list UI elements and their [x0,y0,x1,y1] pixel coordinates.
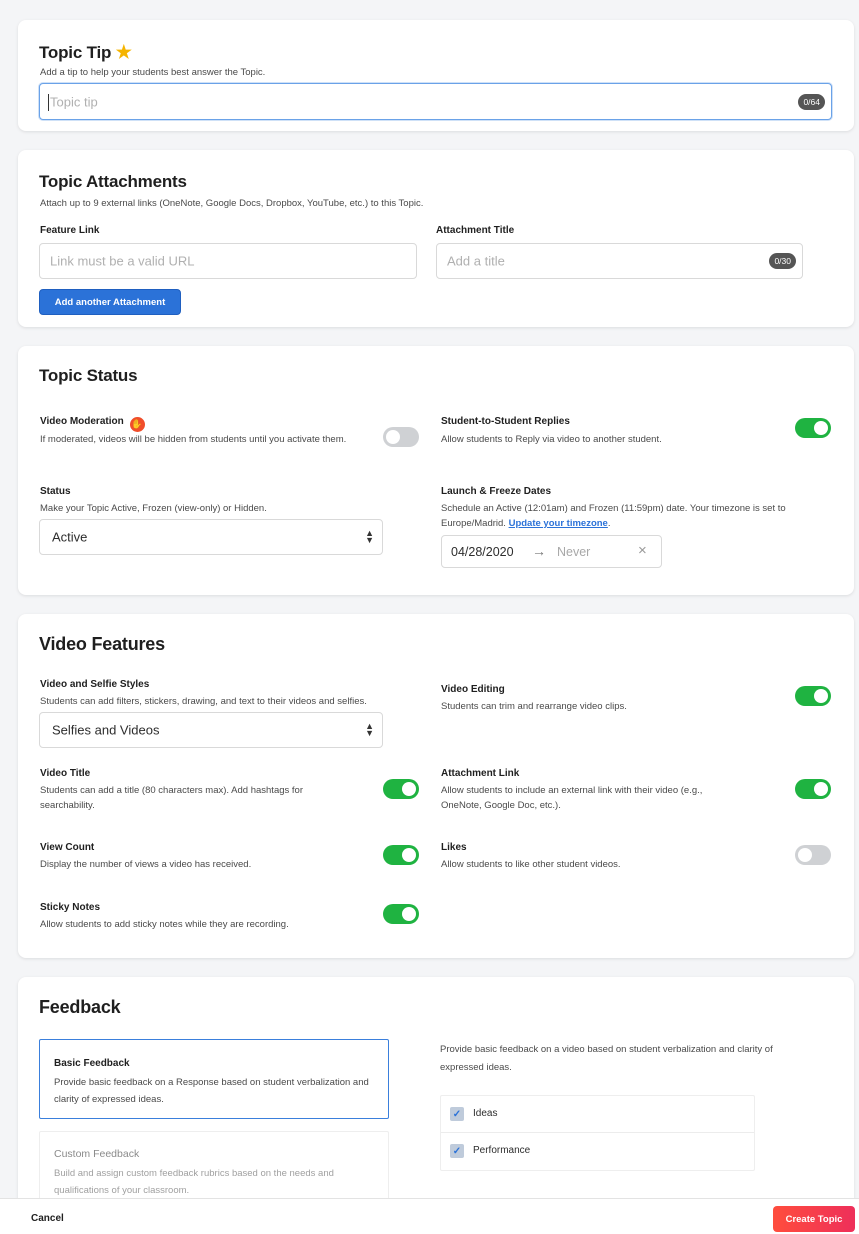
editing-toggle[interactable] [795,686,831,706]
styles-label: Video and Selfie Styles [40,679,150,690]
attachment-link-label: Attachment Link [441,768,520,779]
video-title-toggle[interactable] [383,779,419,799]
ideas-label: Ideas [473,1108,498,1119]
attachment-link-desc: Allow students to include an external li… [441,785,703,811]
view-count-label: View Count [40,842,95,853]
feedback-title: Feedback [39,997,121,1017]
select-caret-icon: ▲ ▼ [365,721,374,738]
custom-feedback-desc: Build and assign custom feedback rubrics… [54,1168,334,1196]
create-topic-button[interactable]: Create Topic [773,1206,855,1232]
attachments-title: Topic Attachments [39,172,187,191]
likes-desc: Allow students to like other student vid… [441,859,621,870]
topic-tip-counter: 0/64 [798,93,825,110]
feature-link-label: Feature Link [40,225,100,236]
basic-feedback-option[interactable]: Basic Feedback Provide basic feedback on… [39,1039,389,1119]
status-label: Status [40,486,71,497]
attachment-title-label: Attachment Title [436,225,515,236]
basic-feedback-title: Basic Feedback [54,1058,130,1069]
replies-toggle[interactable] [795,418,831,438]
select-caret-icon: ▲ ▼ [365,528,374,545]
status-select-value: Active [52,529,88,545]
update-timezone-link[interactable]: Update your timezone [509,518,608,529]
dates-desc: Schedule an Active (12:01am) and Frozen … [441,503,786,529]
star-icon: ★ [115,42,132,62]
status-title: Topic Status [39,366,138,385]
attachment-title-input[interactable]: Add a title 0/30 [436,243,803,279]
custom-feedback-title: Custom Feedback [54,1148,140,1160]
attachment-title-counter: 0/30 [769,253,796,269]
video-title-label: Video Title [40,768,91,779]
arrow-right-icon: → [532,543,546,559]
video-moderation-toggle[interactable] [383,427,419,447]
feature-link-placeholder: Link must be a valid URL [50,253,195,269]
basic-feedback-desc: Provide basic feedback on a Response bas… [54,1077,369,1105]
cancel-button[interactable]: Cancel [31,1213,64,1224]
replies-label: Student-to-Student Replies [441,416,570,427]
video-features-card: Video Features Video and Selfie Styles S… [18,614,854,958]
video-title-desc: Students can add a title (80 characters … [40,785,303,811]
topic-tip-title: Topic Tip ★ [39,42,132,62]
attachments-description: Attach up to 9 external links (OneNote, … [40,198,424,209]
launch-date[interactable]: 04/28/2020 [451,545,514,559]
attachments-card: Topic Attachments Attach up to 9 externa… [18,150,854,327]
video-moderation-label: Video Moderation ✋ [40,416,145,432]
replies-desc: Allow students to Reply via video to ano… [441,434,662,445]
freeze-date[interactable]: Never [557,545,590,559]
text-cursor [48,94,49,111]
video-moderation-desc: If moderated, videos will be hidden from… [40,434,347,445]
ideas-checkbox[interactable]: ✓ [450,1107,464,1121]
editing-desc: Students can trim and rearrange video cl… [441,701,627,712]
status-select[interactable]: Active ▲ ▼ [39,519,383,555]
editing-label: Video Editing [441,684,505,695]
performance-checkbox[interactable]: ✓ [450,1144,464,1158]
topic-tip-placeholder: Topic tip [50,94,98,109]
styles-select-value: Selfies and Videos [52,722,160,738]
footer-bar: Cancel Create Topic [0,1198,859,1234]
clear-date-icon[interactable]: × [638,542,647,559]
check-icon: ✓ [452,1108,462,1120]
sticky-notes-desc: Allow students to add sticky notes while… [40,919,289,930]
feedback-option-ideas[interactable]: ✓ Ideas [441,1096,754,1133]
raised-hand-icon: ✋ [129,417,145,432]
feedback-right-desc: Provide basic feedback on a video based … [440,1044,773,1073]
topic-tip-card: Topic Tip ★ Add a tip to help your stude… [18,20,854,131]
feedback-options-list: ✓ Ideas ✓ Performance [440,1095,755,1171]
attachment-link-toggle[interactable] [795,779,831,799]
video-features-title: Video Features [39,634,165,654]
add-attachment-button[interactable]: Add another Attachment [39,289,181,315]
view-count-desc: Display the number of views a video has … [40,859,252,870]
sticky-notes-label: Sticky Notes [40,902,101,913]
likes-label: Likes [441,842,467,853]
styles-desc: Students can add filters, stickers, draw… [40,696,367,707]
styles-select[interactable]: Selfies and Videos ▲ ▼ [39,712,383,748]
performance-label: Performance [473,1145,531,1156]
status-card: Topic Status Video Moderation ✋ If moder… [18,346,854,595]
date-range-picker[interactable]: 04/28/2020 → Never × [441,535,662,568]
view-count-toggle[interactable] [383,845,419,865]
check-icon: ✓ [452,1145,462,1157]
attachment-title-placeholder: Add a title [447,253,505,269]
topic-tip-input[interactable]: Topic tip 0/64 [39,83,832,120]
topic-tip-description: Add a tip to help your students best ans… [40,67,266,78]
dates-label: Launch & Freeze Dates [441,486,552,497]
feedback-card: Feedback Basic Feedback Provide basic fe… [18,977,854,1217]
status-desc: Make your Topic Active, Frozen (view-onl… [40,503,267,514]
sticky-notes-toggle[interactable] [383,904,419,924]
feature-link-input[interactable]: Link must be a valid URL [39,243,417,279]
feedback-option-performance[interactable]: ✓ Performance [441,1134,754,1171]
likes-toggle[interactable] [795,845,831,865]
